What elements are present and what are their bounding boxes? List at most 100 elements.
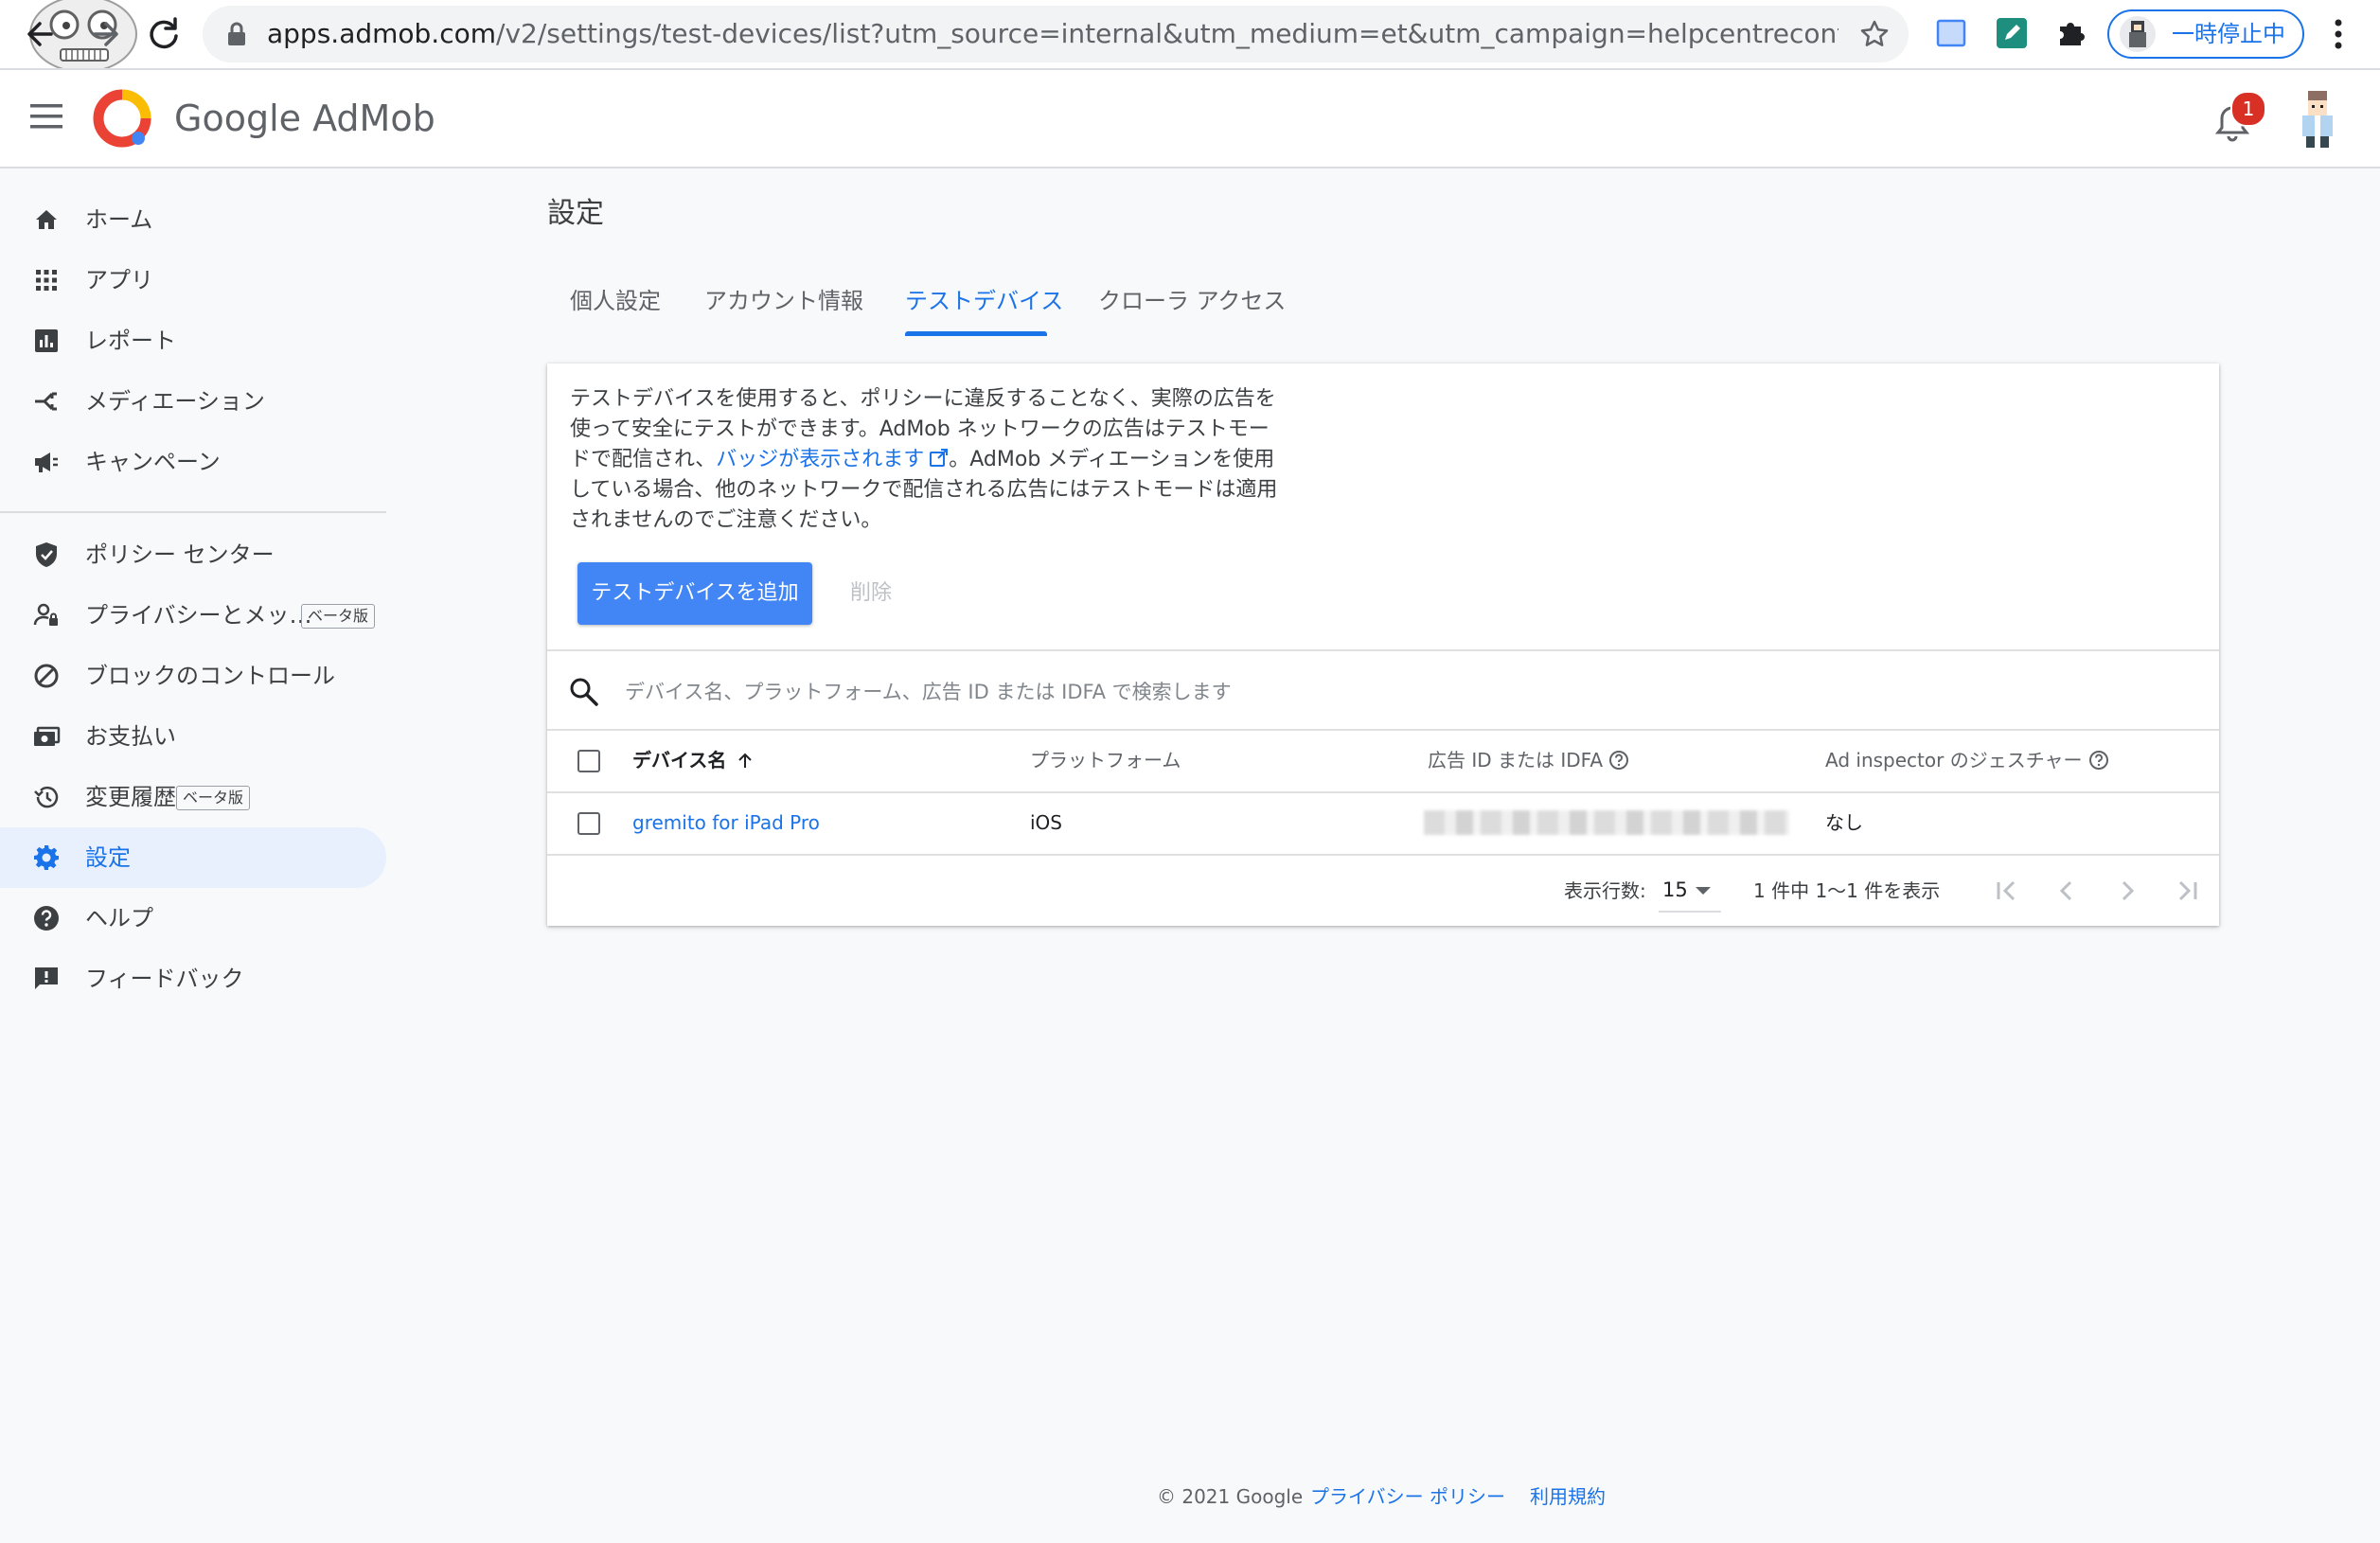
sidebar-item-privacy-messaging[interactable]: プライバシーとメッ… ベータ版 — [0, 585, 386, 646]
test-devices-description: テストデバイスを使用すると、ポリシーに違反することなく、実際の広告を使って安全に… — [570, 387, 1278, 532]
sidebar-item-label: キャンペーン — [85, 449, 221, 475]
account-avatar[interactable] — [2295, 89, 2340, 148]
help-circle-icon[interactable] — [2088, 750, 2109, 771]
sidebar-item-blocking-controls[interactable]: ブロックのコントロール — [0, 646, 386, 706]
history-icon — [32, 783, 61, 811]
sidebar-divider — [0, 511, 386, 513]
sidebar-item-label: お支払い — [85, 723, 176, 750]
sidebar-item-feedback[interactable]: フィードバック — [0, 949, 386, 1009]
bookmark-star-icon[interactable] — [1859, 19, 1890, 49]
badge-info-link[interactable]: バッジが表示されます — [716, 448, 924, 471]
device-name-link[interactable]: gremito for iPad Pro — [632, 808, 820, 837]
beta-badge: ベータ版 — [301, 604, 376, 629]
sidebar-nav: ホーム アプリ レポート メディエーション キャンペーン ポリシー センター プ… — [0, 168, 388, 1020]
tab-test-devices[interactable]: テストデバイス — [905, 284, 1063, 318]
first-page-icon[interactable] — [1990, 875, 2022, 907]
notification-count-badge: 1 — [2230, 91, 2266, 127]
footer-terms-link[interactable]: 利用規約 — [1530, 1482, 1606, 1511]
sidebar-item-label: 設定 — [85, 844, 131, 871]
footer-privacy-link[interactable]: プライバシー ポリシー — [1310, 1482, 1505, 1511]
sidebar-item-home[interactable]: ホーム — [0, 189, 386, 250]
extensions-puzzle-icon[interactable] — [2054, 17, 2087, 49]
external-link-icon — [928, 448, 949, 469]
sidebar-item-reports[interactable]: レポート — [0, 310, 386, 371]
product-name: Google AdMob — [174, 98, 435, 139]
sidebar-item-payments[interactable]: お支払い — [0, 706, 386, 767]
sidebar-item-label: ホーム — [85, 206, 153, 233]
sidebar-item-label: メディエーション — [85, 388, 265, 415]
gear-icon — [32, 843, 61, 872]
delete-button[interactable]: 削除 — [850, 579, 892, 608]
dropdown-caret-icon — [1695, 886, 1712, 896]
sidebar-item-label: フィードバック — [85, 966, 244, 992]
profile-status-text: 一時停止中 — [2172, 21, 2285, 47]
platform-cell: iOS — [1030, 811, 1062, 834]
search-icon — [568, 676, 600, 708]
previous-page-icon[interactable] — [2051, 875, 2083, 907]
ad-id-redacted — [1424, 810, 1789, 835]
sidebar-item-mediation[interactable]: メディエーション — [0, 371, 386, 432]
sidebar-item-settings[interactable]: 設定 — [0, 827, 386, 888]
privacy-person-icon — [32, 601, 61, 630]
column-header-platform: プラットフォーム — [1030, 749, 1181, 772]
payments-icon — [32, 722, 61, 751]
home-icon — [32, 205, 61, 234]
page-title: 設定 — [547, 197, 604, 230]
admob-logo-icon — [93, 89, 151, 148]
main-menu-icon[interactable] — [30, 104, 62, 129]
rows-per-page-label: 表示行数: — [1564, 879, 1646, 902]
tab-account-info[interactable]: アカウント情報 — [704, 284, 863, 318]
sidebar-item-help[interactable]: ヘルプ — [0, 888, 386, 949]
mediation-icon — [32, 387, 61, 416]
divider — [547, 649, 2219, 651]
browser-toolbar: apps.admob.com/v2/settings/test-devices/… — [0, 0, 2380, 70]
profile-avatar-icon — [2119, 15, 2157, 53]
rows-per-page-select[interactable]: 15 — [1659, 873, 1721, 913]
sidebar-item-label: 変更履歴 — [85, 784, 176, 810]
gesture-cell: なし — [1825, 811, 1863, 834]
shield-check-icon — [32, 541, 61, 569]
pagination-range-text: 1 件中 1〜1 件を表示 — [1753, 879, 1941, 902]
address-bar[interactable]: apps.admob.com/v2/settings/test-devices/… — [203, 6, 1909, 62]
help-circle-icon[interactable] — [1608, 750, 1629, 771]
last-page-icon[interactable] — [2172, 875, 2204, 907]
column-header-ad-id: 広告 ID または IDFA — [1428, 746, 1629, 774]
help-icon — [32, 904, 61, 932]
row-checkbox[interactable] — [577, 812, 600, 835]
sidebar-item-label: プライバシーとメッ… — [85, 602, 312, 629]
next-page-icon[interactable] — [2111, 875, 2143, 907]
campaign-icon — [32, 448, 61, 476]
sort-ascending-icon — [736, 752, 755, 771]
column-header-device-name[interactable]: デバイス名 — [632, 746, 755, 774]
feedback-icon — [32, 965, 61, 993]
app-header: Google AdMob 1 — [0, 70, 2380, 168]
back-button[interactable] — [15, 9, 64, 59]
column-header-gesture: Ad inspector のジェスチャー — [1825, 746, 2109, 774]
report-icon — [32, 327, 61, 355]
sidebar-item-policy-center[interactable]: ポリシー センター — [0, 524, 386, 585]
sidebar-item-campaigns[interactable]: キャンペーン — [0, 432, 386, 492]
sidebar-item-label: アプリ — [85, 267, 153, 293]
block-icon — [32, 662, 61, 690]
profile-button[interactable]: 一時停止中 — [2107, 9, 2304, 59]
select-all-checkbox[interactable] — [577, 750, 600, 772]
add-test-device-button[interactable]: テストデバイスを追加 — [577, 562, 812, 625]
lock-icon — [223, 21, 250, 47]
browser-menu-icon[interactable] — [2329, 15, 2348, 53]
sidebar-item-change-history[interactable]: 変更履歴 ベータ版 — [0, 767, 386, 827]
sidebar-item-apps[interactable]: アプリ — [0, 250, 386, 310]
sidebar-item-label: ポリシー センター — [85, 541, 275, 568]
device-search-input[interactable] — [623, 674, 1952, 710]
forward-button[interactable] — [81, 9, 131, 59]
tab-crawler-access[interactable]: クローラ アクセス — [1098, 284, 1286, 318]
reload-button[interactable] — [138, 9, 187, 59]
sidebar-item-label: レポート — [85, 328, 176, 354]
rows-per-page-value: 15 — [1662, 878, 1688, 901]
tab-personal-settings[interactable]: 個人設定 — [570, 284, 661, 318]
sidebar-item-label: ブロックのコントロール — [85, 663, 335, 689]
divider — [547, 729, 2219, 731]
divider — [547, 854, 2219, 856]
url-text: apps.admob.com/v2/settings/test-devices/… — [267, 18, 1838, 49]
extension-note-icon[interactable] — [1935, 17, 1967, 49]
extension-pen-icon[interactable] — [1996, 17, 2028, 49]
